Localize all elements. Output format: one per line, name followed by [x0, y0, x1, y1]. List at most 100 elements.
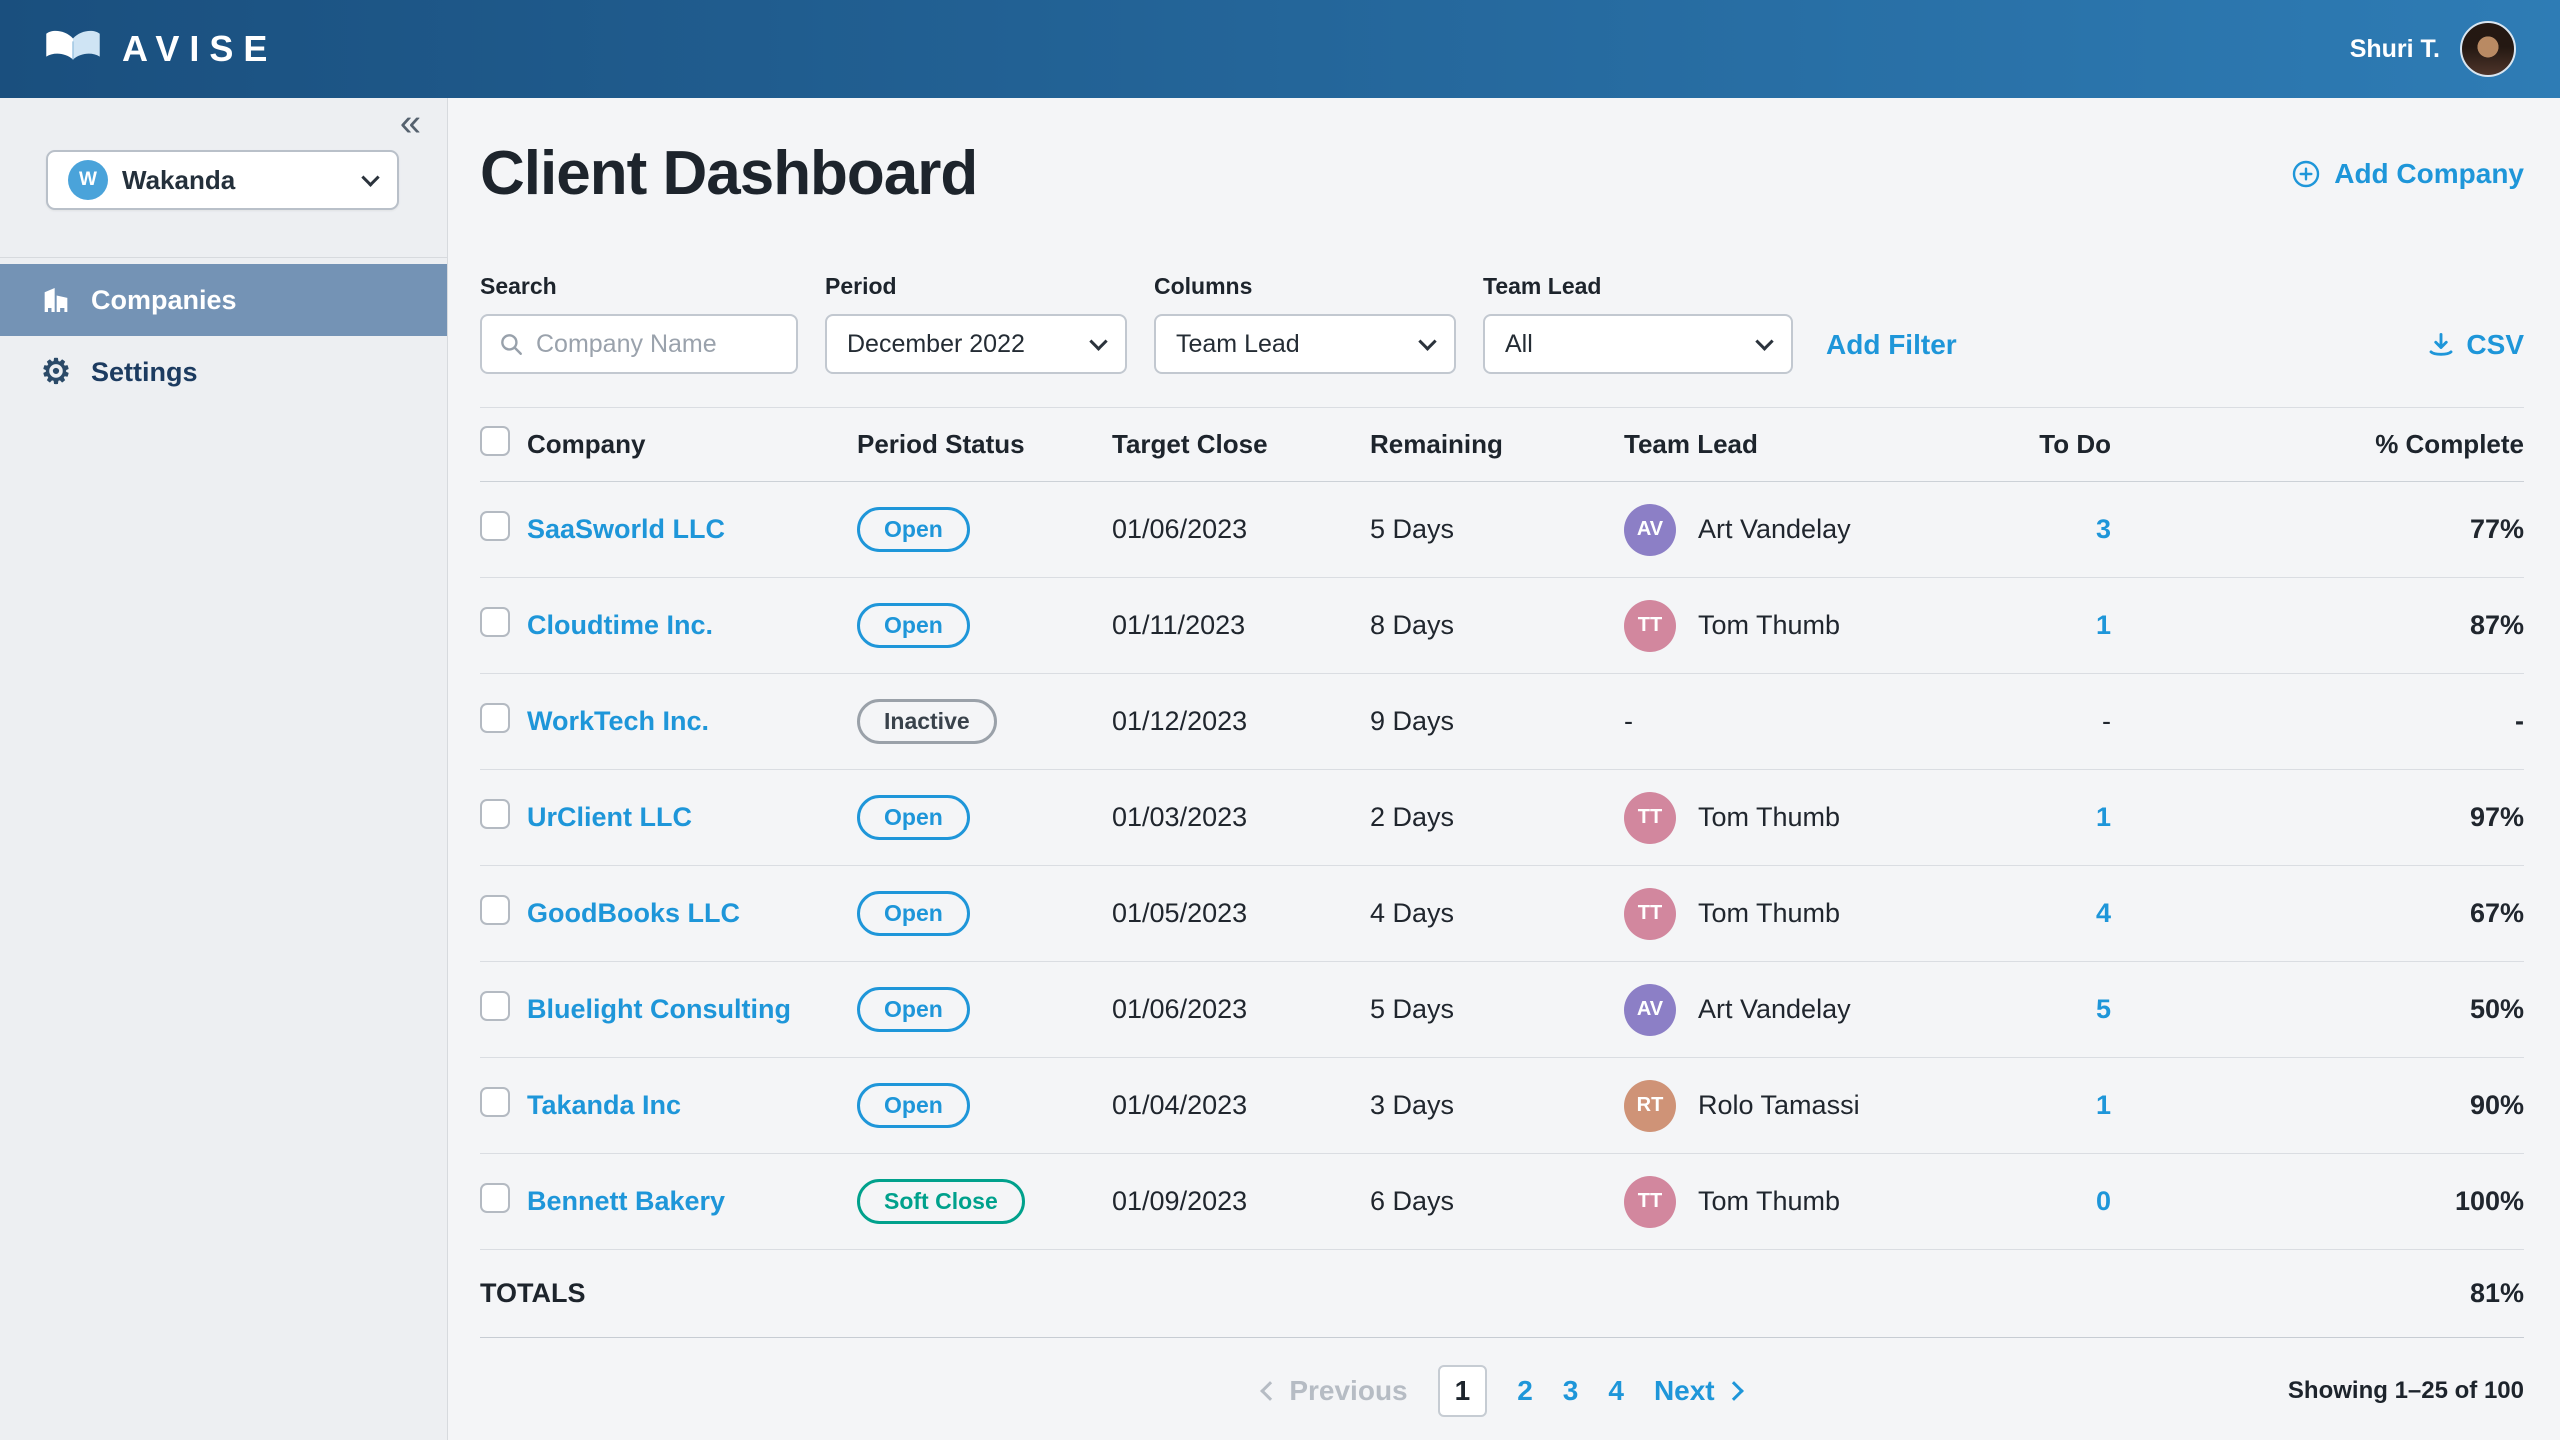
page-button-1[interactable]: 1: [1438, 1365, 1488, 1417]
company-link[interactable]: SaaSworld LLC: [527, 514, 725, 544]
team-lead-cell: TT Tom Thumb: [1624, 1176, 1940, 1228]
lead-name: Rolo Tamassi: [1698, 1090, 1860, 1121]
org-selector[interactable]: W Wakanda: [46, 150, 399, 210]
company-link[interactable]: Bluelight Consulting: [527, 994, 791, 1024]
columns-select[interactable]: Team Lead: [1154, 314, 1456, 374]
table-row: WorkTech Inc. Inactive 01/12/2023 9 Days…: [480, 674, 2524, 770]
avise-logo-icon: [44, 28, 102, 70]
team-lead-cell: RT Rolo Tamassi: [1624, 1080, 1940, 1132]
percent-complete: 90%: [2111, 1090, 2524, 1121]
col-header-target-close: Target Close: [1112, 429, 1370, 460]
row-checkbox[interactable]: [480, 511, 510, 541]
chevron-down-icon: [1089, 332, 1107, 350]
remaining-value: 9 Days: [1370, 706, 1624, 737]
todo-count[interactable]: 1: [2096, 1090, 2111, 1120]
company-link[interactable]: WorkTech Inc.: [527, 706, 709, 736]
select-all-checkbox[interactable]: [480, 426, 510, 456]
lead-avatar: TT: [1624, 1176, 1676, 1228]
pagination: Previous 1234 Next Showing 1–25 of 100: [480, 1362, 2524, 1420]
col-header-remaining: Remaining: [1370, 429, 1624, 460]
sidebar-item-settings[interactable]: ⚙ Settings: [0, 336, 447, 408]
search-box: [480, 314, 798, 374]
search-input[interactable]: [536, 330, 780, 359]
percent-complete: -: [2111, 706, 2524, 737]
row-checkbox[interactable]: [480, 895, 510, 925]
add-company-button[interactable]: Add Company: [2290, 158, 2524, 190]
team-lead-cell: AV Art Vandelay: [1624, 984, 1940, 1036]
filter-search: Search: [480, 273, 798, 374]
col-header-percent-complete: % Complete: [2111, 429, 2524, 460]
col-header-team-lead: Team Lead: [1624, 429, 1940, 460]
lead-name: Tom Thumb: [1698, 1186, 1840, 1217]
company-link[interactable]: Cloudtime Inc.: [527, 610, 713, 640]
period-select[interactable]: December 2022: [825, 314, 1127, 374]
remaining-value: 2 Days: [1370, 802, 1624, 833]
search-icon: [498, 331, 524, 357]
percent-complete: 77%: [2111, 514, 2524, 545]
chevron-right-icon: [1724, 1381, 1744, 1401]
sidebar-item-companies[interactable]: Companies: [0, 264, 447, 336]
status-badge: Open: [857, 603, 970, 648]
target-close-value: 01/05/2023: [1112, 898, 1370, 929]
showing-text: Showing 1–25 of 100: [2288, 1377, 2524, 1405]
collapse-sidebar-icon[interactable]: «: [400, 104, 421, 142]
page-button-2[interactable]: 2: [1517, 1375, 1533, 1407]
percent-complete: 67%: [2111, 898, 2524, 929]
todo-count[interactable]: 1: [2096, 610, 2111, 640]
page-button-4[interactable]: 4: [1608, 1375, 1624, 1407]
table-row: Takanda Inc Open 01/04/2023 3 Days RT Ro…: [480, 1058, 2524, 1154]
sidebar-item-label: Companies: [91, 285, 237, 316]
filter-period: Period December 2022: [825, 273, 1127, 374]
row-checkbox[interactable]: [480, 1087, 510, 1117]
lead-avatar: TT: [1624, 888, 1676, 940]
row-checkbox[interactable]: [480, 991, 510, 1021]
row-checkbox[interactable]: [480, 799, 510, 829]
remaining-value: 6 Days: [1370, 1186, 1624, 1217]
period-select-value: December 2022: [847, 330, 1025, 359]
lead-avatar: TT: [1624, 600, 1676, 652]
period-label: Period: [825, 273, 1127, 300]
add-filter-button[interactable]: Add Filter: [1826, 329, 1957, 361]
filter-bar: Search Period December 2022: [480, 273, 2524, 374]
company-link[interactable]: Bennett Bakery: [527, 1186, 725, 1216]
next-button[interactable]: Next: [1654, 1375, 1741, 1407]
todo-count[interactable]: 3: [2096, 514, 2111, 544]
row-checkbox[interactable]: [480, 607, 510, 637]
remaining-value: 5 Days: [1370, 514, 1624, 545]
col-header-todo: To Do: [1940, 429, 2111, 460]
add-company-label: Add Company: [2334, 158, 2524, 190]
filter-columns: Columns Team Lead: [1154, 273, 1456, 374]
row-checkbox[interactable]: [480, 703, 510, 733]
lead-avatar: TT: [1624, 792, 1676, 844]
row-checkbox[interactable]: [480, 1183, 510, 1213]
target-close-value: 01/11/2023: [1112, 610, 1370, 641]
todo-count[interactable]: 4: [2096, 898, 2111, 928]
team-lead-select-value: All: [1505, 330, 1533, 359]
totals-label: TOTALS: [480, 1278, 586, 1309]
todo-count[interactable]: 0: [2096, 1186, 2111, 1216]
table-row: Bluelight Consulting Open 01/06/2023 5 D…: [480, 962, 2524, 1058]
previous-button[interactable]: Previous: [1263, 1375, 1407, 1407]
user-avatar[interactable]: [2460, 21, 2516, 77]
brand: AVISE: [44, 28, 277, 70]
company-link[interactable]: GoodBooks LLC: [527, 898, 740, 928]
csv-export-button[interactable]: CSV: [2426, 329, 2524, 361]
status-badge: Open: [857, 507, 970, 552]
todo-count[interactable]: 5: [2096, 994, 2111, 1024]
status-badge: Open: [857, 987, 970, 1032]
org-name: Wakanda: [122, 165, 350, 196]
csv-label: CSV: [2466, 329, 2524, 361]
team-lead-label: Team Lead: [1483, 273, 1793, 300]
company-link[interactable]: UrClient LLC: [527, 802, 692, 832]
top-bar: AVISE Shuri T.: [0, 0, 2560, 98]
table-row: GoodBooks LLC Open 01/05/2023 4 Days TT …: [480, 866, 2524, 962]
todo-count[interactable]: -: [2102, 706, 2111, 736]
todo-count[interactable]: 1: [2096, 802, 2111, 832]
table-body: SaaSworld LLC Open 01/06/2023 5 Days AV …: [480, 482, 2524, 1250]
team-lead-select[interactable]: All: [1483, 314, 1793, 374]
table-row: Cloudtime Inc. Open 01/11/2023 8 Days TT…: [480, 578, 2524, 674]
target-close-value: 01/12/2023: [1112, 706, 1370, 737]
company-link[interactable]: Takanda Inc: [527, 1090, 681, 1120]
page-button-3[interactable]: 3: [1563, 1375, 1579, 1407]
status-badge: Open: [857, 795, 970, 840]
